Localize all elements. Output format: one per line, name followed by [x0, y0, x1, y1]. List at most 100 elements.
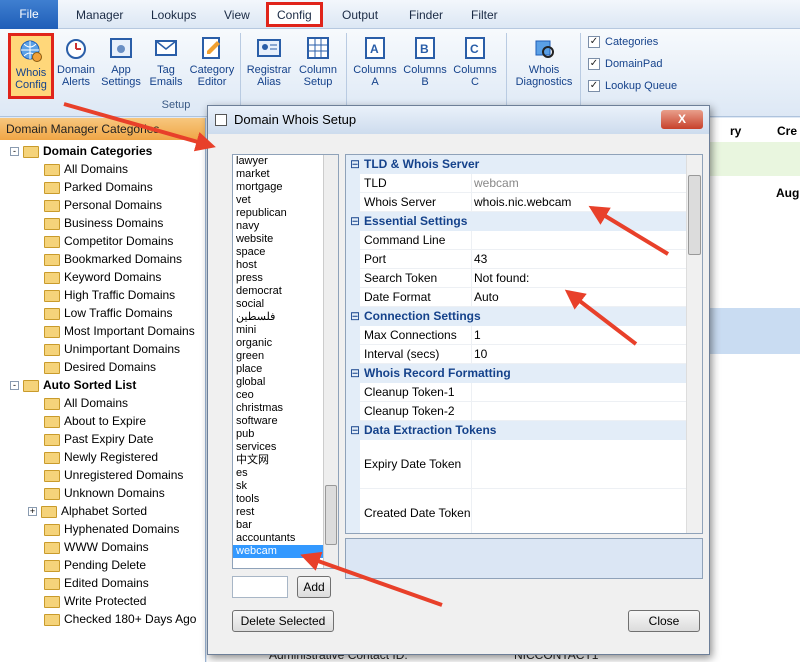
property-row[interactable]: Created Date Token: [346, 489, 686, 533]
tree-item-category[interactable]: All Domains: [44, 160, 128, 178]
collapse-icon[interactable]: ⊟: [350, 421, 360, 440]
tree-item-auto[interactable]: Unregistered Domains: [44, 466, 183, 484]
collapse-icon[interactable]: ⊟: [350, 155, 360, 174]
column-header-created[interactable]: Cre: [777, 124, 797, 138]
property-category[interactable]: ⊟ Essential Settings: [346, 212, 686, 231]
menu-filter[interactable]: Filter: [471, 0, 498, 29]
domain-alerts-button[interactable]: Domain Alerts: [56, 33, 96, 99]
menu-lookups[interactable]: Lookups: [151, 0, 196, 29]
scrollbar-thumb[interactable]: [688, 175, 701, 255]
domainpad-checkbox[interactable]: ✓ DomainPad: [588, 56, 662, 72]
expand-icon[interactable]: +: [28, 507, 37, 517]
property-value[interactable]: webcam: [474, 174, 519, 193]
dialog-close-button[interactable]: X: [661, 110, 703, 129]
tree-item-auto[interactable]: Unknown Domains: [44, 484, 165, 502]
menu-finder[interactable]: Finder: [409, 0, 443, 29]
tld-list[interactable]: lawyer market mortgage vet republican navy web…: [232, 154, 339, 569]
property-value[interactable]: 43: [474, 250, 487, 269]
file-menu-button[interactable]: File: [0, 0, 58, 29]
tree-item-category[interactable]: Most Important Domains: [44, 322, 195, 340]
property-row[interactable]: Command Line: [346, 231, 686, 250]
columns-c-button[interactable]: C Columns C: [452, 33, 498, 99]
property-row[interactable]: Interval (secs) 10: [346, 345, 686, 364]
property-value[interactable]: 10: [474, 345, 487, 364]
collapse-icon[interactable]: -: [10, 147, 19, 157]
add-tld-button[interactable]: Add: [297, 576, 331, 598]
tree-node-auto-sorted[interactable]: - Auto Sorted List: [10, 376, 136, 394]
property-row[interactable]: Cleanup Token-1: [346, 383, 686, 402]
tree-item-auto[interactable]: About to Expire: [44, 412, 146, 430]
property-row[interactable]: Cleanup Token-2: [346, 402, 686, 421]
property-category[interactable]: ⊟ TLD & Whois Server: [346, 155, 686, 174]
property-value[interactable]: Auto: [474, 288, 499, 307]
tree-item-category[interactable]: Business Domains: [44, 214, 163, 232]
property-category[interactable]: ⊟ Whois Record Formatting: [346, 364, 686, 383]
menu-output[interactable]: Output: [342, 0, 378, 29]
property-row[interactable]: Search Token Not found:: [346, 269, 686, 288]
tree-item-category[interactable]: Bookmarked Domains: [44, 250, 182, 268]
tree-item-auto[interactable]: Checked 180+ Days Ago: [44, 610, 196, 628]
tree-item-category[interactable]: Parked Domains: [44, 178, 153, 196]
registrar-alias-button[interactable]: Registrar Alias: [244, 33, 294, 99]
property-value[interactable]: Not found:: [474, 269, 529, 288]
column-setup-button[interactable]: Column Setup: [296, 33, 340, 99]
tree-item-label: Alphabet Sorted: [61, 504, 148, 518]
tree-item-auto[interactable]: Newly Registered: [44, 448, 158, 466]
lookup-queue-checkbox[interactable]: ✓ Lookup Queue: [588, 78, 677, 94]
tag-emails-button[interactable]: Tag Emails: [146, 33, 186, 99]
property-row[interactable]: Whois Server whois.nic.webcam: [346, 193, 686, 212]
column-header-expiry[interactable]: ry: [730, 124, 741, 138]
collapse-icon[interactable]: ⊟: [350, 212, 360, 231]
tree-item-auto[interactable]: Hyphenated Domains: [44, 520, 179, 538]
menu-view[interactable]: View: [224, 0, 250, 29]
scrollbar-thumb[interactable]: [325, 485, 337, 545]
close-button[interactable]: Close: [628, 610, 700, 632]
collapse-icon[interactable]: -: [10, 381, 19, 391]
tree-item-auto[interactable]: All Domains: [44, 394, 128, 412]
tree-item-category[interactable]: Unimportant Domains: [44, 340, 180, 358]
tree-item-auto[interactable]: Write Protected: [44, 592, 146, 610]
tree-item-auto[interactable]: Past Expiry Date: [44, 430, 153, 448]
tree-node-domain-categories[interactable]: - Domain Categories: [10, 142, 152, 160]
columns-b-button[interactable]: B Columns B: [402, 33, 448, 99]
property-category[interactable]: ⊟ Data Extraction Tokens: [346, 421, 686, 440]
menu-manager[interactable]: Manager: [76, 0, 123, 29]
tree-item-category[interactable]: Personal Domains: [44, 196, 162, 214]
menu-config[interactable]: Config: [266, 2, 323, 27]
columns-a-button[interactable]: A Columns A: [352, 33, 398, 99]
categories-checkbox[interactable]: ✓ Categories: [588, 34, 658, 50]
whois-config-button[interactable]: Whois Config: [8, 33, 54, 99]
tree-item-category[interactable]: Low Traffic Domains: [44, 304, 173, 322]
tld-list-scrollbar[interactable]: [323, 155, 338, 568]
tree-item-auto[interactable]: WWW Domains: [44, 538, 149, 556]
tree-item-category[interactable]: Competitor Domains: [44, 232, 173, 250]
property-category[interactable]: ⊟ Connection Settings: [346, 307, 686, 326]
alarm-clock-icon: [66, 39, 86, 59]
folder-icon: [44, 523, 60, 536]
property-value[interactable]: whois.nic.webcam: [474, 193, 571, 212]
tree-item-auto[interactable]: Pending Delete: [44, 556, 146, 574]
dialog-titlebar: Domain Whois Setup X: [208, 106, 709, 134]
category-editor-button[interactable]: Category Editor: [188, 33, 236, 99]
tree-item-label: Parked Domains: [64, 180, 153, 194]
tree-item-category[interactable]: Desired Domains: [44, 358, 156, 376]
svg-text:A: A: [370, 42, 379, 56]
collapse-icon[interactable]: ⊟: [350, 364, 360, 383]
app-settings-button[interactable]: App Settings: [98, 33, 144, 99]
property-grid-scrollbar[interactable]: [686, 155, 702, 533]
property-row[interactable]: Expiry Date Token: [346, 440, 686, 489]
tree-item-auto[interactable]: Edited Domains: [44, 574, 149, 592]
tree-item-label: Auto Sorted List: [43, 378, 137, 392]
new-tld-input[interactable]: [232, 576, 288, 598]
whois-diagnostics-button[interactable]: Whois Diagnostics: [512, 33, 576, 99]
tree-item-auto[interactable]: + Alphabet Sorted: [28, 502, 147, 520]
property-row[interactable]: Port 43: [346, 250, 686, 269]
tree-item-category[interactable]: Keyword Domains: [44, 268, 161, 286]
property-row[interactable]: Date Format Auto: [346, 288, 686, 307]
property-row[interactable]: Max Connections 1: [346, 326, 686, 345]
tree-item-category[interactable]: High Traffic Domains: [44, 286, 175, 304]
property-row[interactable]: TLD webcam: [346, 174, 686, 193]
collapse-icon[interactable]: ⊟: [350, 307, 360, 326]
property-value[interactable]: 1: [474, 326, 481, 345]
delete-selected-button[interactable]: Delete Selected: [232, 610, 334, 632]
